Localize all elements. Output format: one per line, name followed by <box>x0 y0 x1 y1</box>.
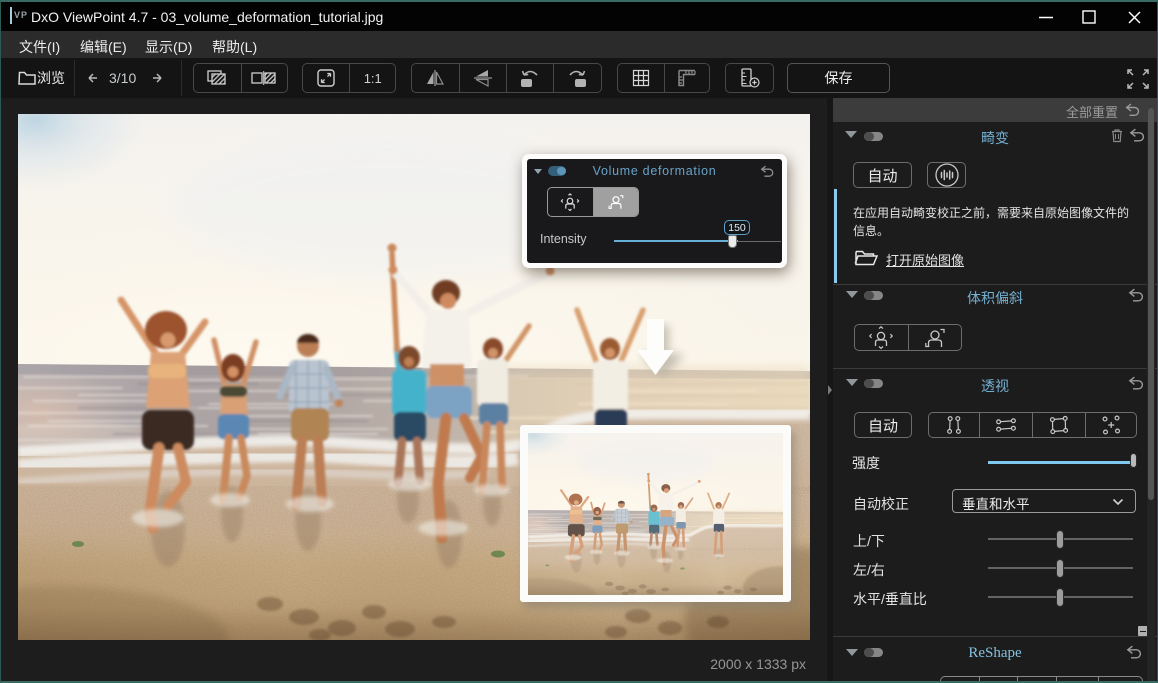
svg-text:3/10: 3/10 <box>109 70 136 86</box>
svg-text:浏览: 浏览 <box>37 70 65 86</box>
